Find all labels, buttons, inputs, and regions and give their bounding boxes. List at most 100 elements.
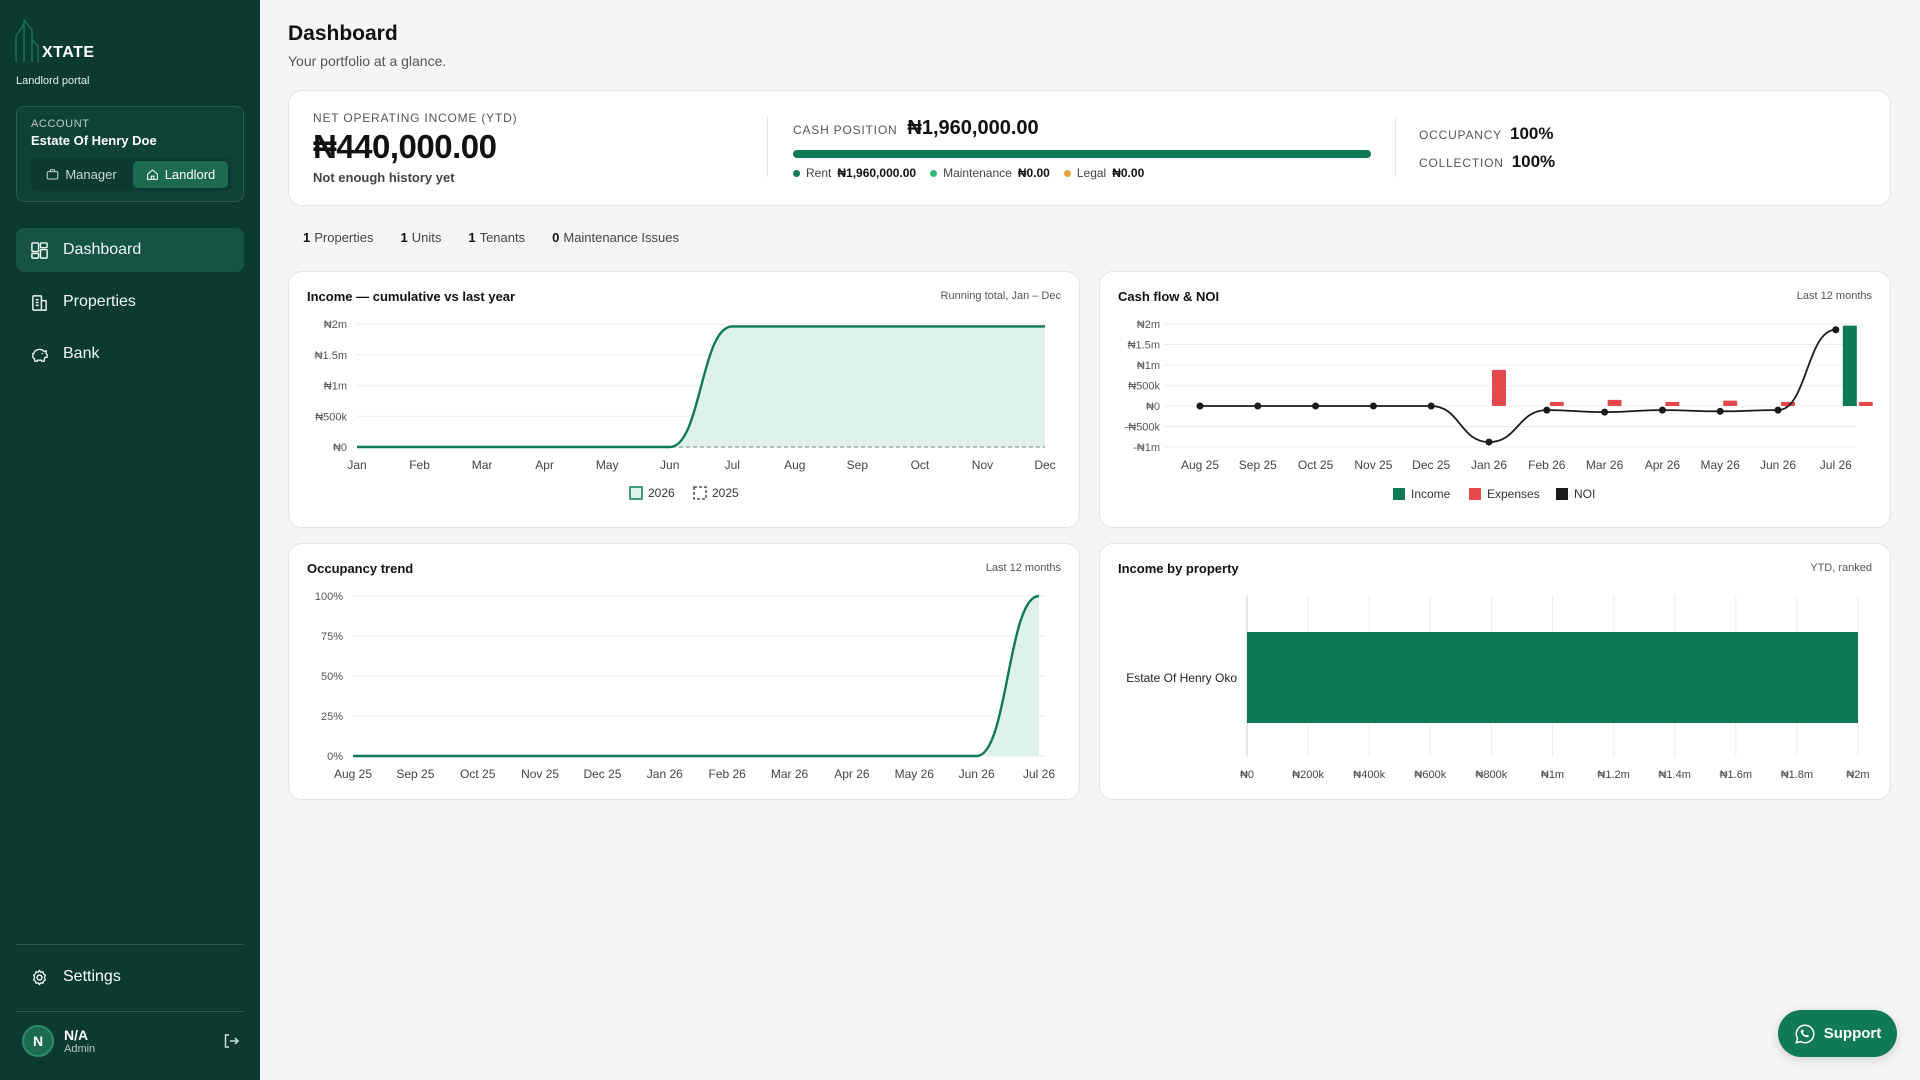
stat-units[interactable]: 1 Units — [400, 230, 441, 245]
kpi-divider — [1395, 117, 1396, 177]
legend-label-2026: 2026 — [648, 486, 675, 500]
avatar[interactable]: N — [22, 1025, 54, 1057]
support-button[interactable]: Support — [1778, 1010, 1897, 1057]
legend-swatch-2026 — [629, 486, 643, 500]
role-manager-label: Manager — [65, 167, 117, 182]
kpi-divider — [767, 117, 768, 177]
account-card: ACCOUNT Estate Of Henry Doe Manager Land… — [16, 106, 244, 202]
x-tick-label: ₦200k — [1292, 769, 1324, 781]
x-tick-label: Sep — [847, 458, 869, 472]
support-label: Support — [1823, 1025, 1882, 1042]
x-tick-label: Mar — [472, 458, 493, 472]
x-tick-label: ₦800k — [1476, 769, 1508, 781]
x-tick-label: Oct 25 — [1298, 458, 1334, 472]
noi-point — [1716, 407, 1724, 415]
x-tick-label: ₦400k — [1353, 769, 1385, 781]
x-tick-label: Apr 26 — [1645, 458, 1681, 472]
cash-label: CASH POSITION — [793, 123, 898, 137]
x-tick-label: ₦1.8m — [1781, 769, 1813, 781]
cash-flow-noi-chart: Cash flow & NOI Last 12 months -₦1m -₦500… — [1099, 271, 1891, 528]
noi-point — [1196, 402, 1204, 410]
whatsapp-icon — [1794, 1024, 1815, 1044]
home-icon — [146, 169, 158, 180]
noi-point — [1312, 402, 1320, 410]
x-tick-label: Feb 26 — [1528, 458, 1566, 472]
noi-point — [1601, 408, 1609, 416]
stat-tenants[interactable]: 1 Tenants — [468, 230, 525, 245]
x-tick-label: ₦1.2m — [1597, 769, 1629, 781]
cash-legend-legal: Legal ₦0.00 — [1063, 166, 1144, 180]
income-by-property-plot: ₦0 ₦200k ₦400k ₦600k ₦800k ₦1m ₦1.2m ₦1.4m ₦1.6m… — [1126, 596, 1870, 781]
x-tick-label: ₦1.6m — [1720, 769, 1752, 781]
legend-label-noi: NOI — [1574, 487, 1595, 501]
stat-properties[interactable]: 1 Properties — [303, 230, 373, 245]
x-tick-label: Jan 26 — [647, 767, 683, 781]
expense-bar — [1607, 399, 1622, 406]
sidebar-item-settings[interactable]: Settings — [16, 955, 244, 999]
sidebar-item-properties[interactable]: Properties — [16, 280, 244, 324]
occupancy-label: OCCUPANCY — [1419, 128, 1502, 142]
y-tick-label: ₦0 — [333, 442, 347, 454]
x-tick-label: Dec 25 — [583, 767, 621, 781]
y-tick-label: -₦1m — [1133, 442, 1160, 454]
legend-dot-icon — [930, 170, 938, 177]
logout-icon[interactable] — [222, 1032, 240, 1050]
y-tick-label: 25% — [321, 711, 343, 723]
sidebar-item-label: Dashboard — [63, 241, 142, 258]
property-bar — [1247, 632, 1858, 723]
income-bar — [1842, 325, 1857, 406]
role-toggle: Manager Landlord — [31, 158, 231, 191]
x-tick-label: May 26 — [895, 767, 935, 781]
sidebar-item-dashboard[interactable]: Dashboard — [16, 228, 244, 272]
noi-value: ₦440,000.00 — [313, 128, 497, 165]
user-name: N/A — [64, 1027, 89, 1043]
cash-value: ₦1,960,000.00 — [907, 117, 1039, 139]
expense-bar — [1858, 401, 1873, 406]
x-tick-label: Sep 25 — [1239, 458, 1277, 472]
logo[interactable]: XTATE — [14, 18, 95, 62]
sidebar-nav: Dashboard Properties Bank — [16, 228, 244, 384]
occupancy-trend-plot: 0% 25% 50% 75% 100% Aug 25 Sep 25 Oct 25 Nov 25 D… — [315, 591, 1055, 781]
collection-value: 100% — [1511, 152, 1556, 171]
sidebar-item-bank[interactable]: Bank — [16, 332, 244, 376]
x-tick-label: Aug 25 — [1181, 458, 1219, 472]
user-profile: N N/A Admin — [22, 1025, 240, 1057]
expense-bar — [1492, 369, 1506, 406]
x-tick-label: Oct 25 — [460, 767, 496, 781]
y-tick-label: ₦1.5m — [1128, 340, 1160, 352]
x-tick-label: Dec 25 — [1412, 458, 1450, 472]
occupancy-block: OCCUPANCY 100% COLLECTION 100% — [1419, 124, 1555, 180]
x-tick-label: Dec — [1034, 458, 1055, 472]
x-tick-label: May — [596, 458, 619, 472]
noi-note: Not enough history yet — [313, 170, 455, 185]
user-info: N/A Admin — [64, 1027, 222, 1055]
legend-dot-icon — [793, 170, 800, 177]
role-manager-button[interactable]: Manager — [34, 161, 129, 188]
y-tick-label: ₦500k — [1128, 381, 1160, 393]
sidebar-divider — [16, 1011, 244, 1012]
x-tick-label: Jul 26 — [1023, 767, 1055, 781]
legend-swatch-2025 — [693, 486, 707, 500]
x-tick-label: Jan 26 — [1471, 458, 1507, 472]
stat-maintenance-issues[interactable]: 0 Maintenance Issues — [552, 230, 679, 245]
cash-legend: Rent ₦1,960,000.00 Maintenance ₦0.00 Legal… — [793, 166, 1371, 180]
settings-label: Settings — [63, 968, 121, 985]
noi-label: NET OPERATING INCOME (YTD) — [313, 111, 518, 125]
portfolio-stats: 1 Properties 1 Units 1 Tenants 0 Maintenance… — [303, 230, 679, 245]
noi-point — [1774, 406, 1782, 414]
x-tick-label: Mar 26 — [1586, 458, 1624, 472]
x-tick-label: Feb 26 — [709, 767, 747, 781]
noi-point — [1832, 326, 1840, 334]
dashboard-icon — [31, 241, 48, 259]
x-tick-label: ₦2m — [1846, 769, 1869, 781]
legend-dot-icon — [1063, 170, 1071, 177]
y-tick-label: ₦2m — [324, 319, 347, 331]
legend-label-income: Income — [1411, 487, 1451, 501]
role-landlord-button[interactable]: Landlord — [133, 161, 228, 188]
income-cumulative-chart: Income — cumulative vs last year Running… — [288, 271, 1080, 528]
x-tick-label: ₦600k — [1414, 769, 1446, 781]
sidebar-divider — [16, 944, 244, 945]
page-subtitle: Your portfolio at a glance. — [288, 53, 447, 69]
y-tick-label: -₦500k — [1125, 422, 1161, 434]
portal-label: Landlord portal — [16, 75, 90, 87]
